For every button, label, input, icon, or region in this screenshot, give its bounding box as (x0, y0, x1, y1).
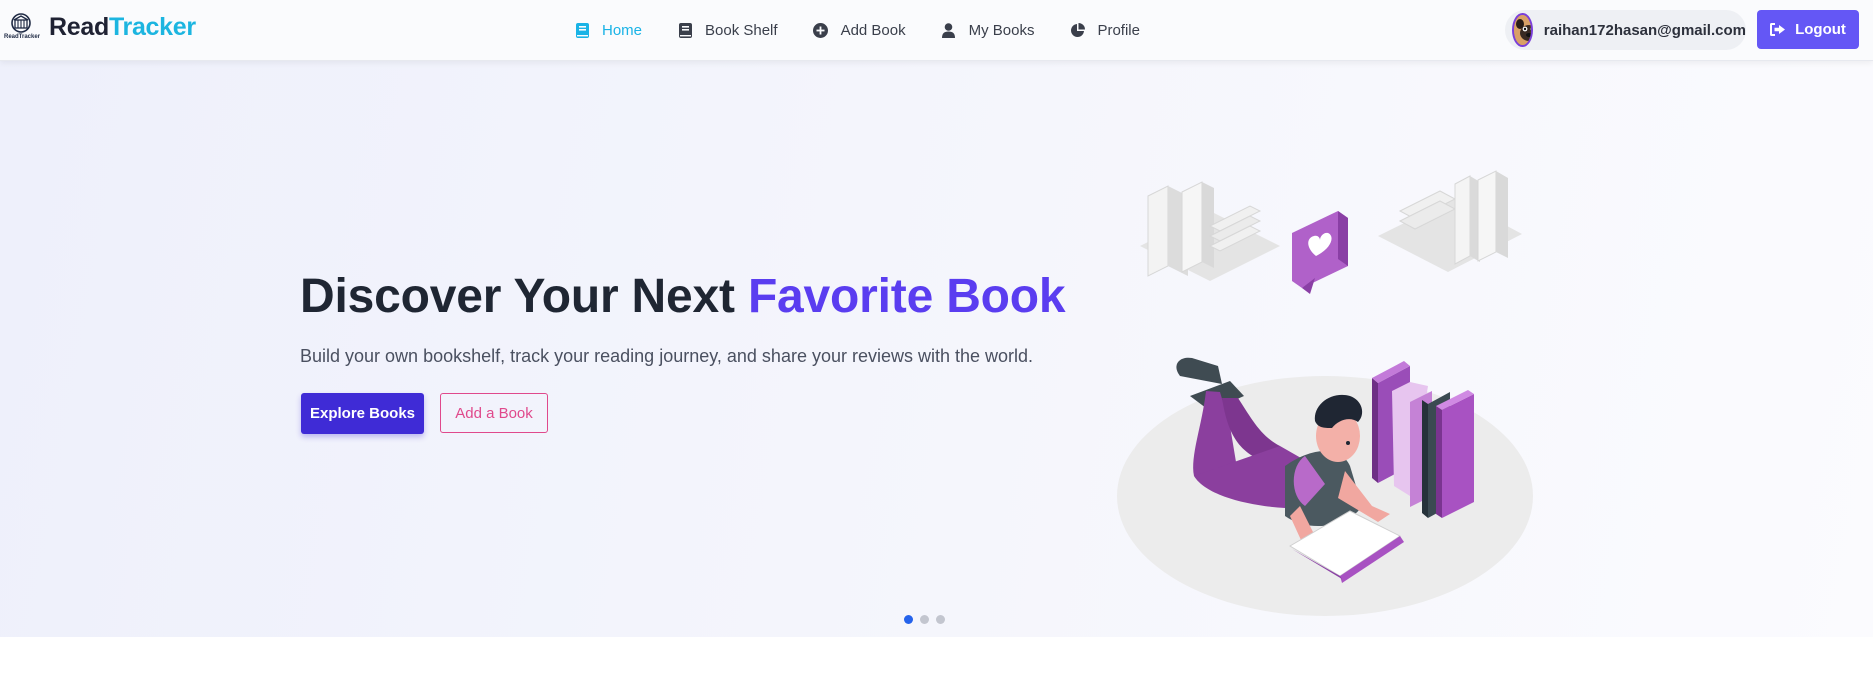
nav-label-home: Home (602, 21, 643, 39)
navbar: ReadTracker ReadTracker Home Book Shelf … (0, 0, 1873, 61)
logo-caption: ReadTracker (4, 34, 41, 40)
brand-name-tracker: Tracker (108, 12, 196, 41)
person-reading-books-illustration (1110, 166, 1560, 636)
user-email: raihan172hasan@gmail.com (1543, 21, 1746, 39)
explore-books-button[interactable]: Explore Books (301, 393, 424, 434)
logout-button[interactable]: Logout (1757, 10, 1859, 49)
nav-item-profile[interactable]: Profile (1069, 22, 1140, 39)
brand-logo-link[interactable]: ReadTracker ReadTracker (4, 12, 196, 42)
nav-item-home[interactable]: Home (574, 22, 642, 39)
logout-label: Logout (1795, 21, 1846, 38)
avatar (1512, 13, 1533, 47)
nav-item-book-shelf[interactable]: Book Shelf (677, 22, 778, 39)
user-icon (941, 22, 957, 38)
plus-circle-icon (813, 22, 829, 38)
nav-label-my-books: My Books (968, 21, 1035, 39)
hero-title: Discover Your Next Favorite Book (300, 269, 1066, 324)
user-menu[interactable]: raihan172hasan@gmail.com (1505, 10, 1746, 50)
hero-title-main: Discover Your Next (300, 270, 748, 323)
nav-label-book-shelf: Book Shelf (705, 21, 778, 39)
carousel-dot-2[interactable] (920, 615, 929, 624)
nav-label-profile: Profile (1097, 21, 1140, 39)
book-icon (574, 22, 590, 38)
sign-out-icon (1770, 23, 1786, 36)
carousel-indicators (904, 615, 952, 624)
carousel-dot-1[interactable] (904, 615, 913, 624)
hero-subtitle: Build your own bookshelf, track your rea… (300, 346, 1034, 366)
brand-name: ReadTracker (49, 13, 196, 42)
main-nav: Home Book Shelf Add Book My Books Profil… (574, 0, 1175, 60)
carousel-dot-3[interactable] (936, 615, 945, 624)
brand-name-read: Read (49, 12, 109, 41)
nav-item-add-book[interactable]: Add Book (813, 22, 906, 39)
hero-title-accent: Favorite Book (747, 270, 1066, 323)
library-logo-icon: ReadTracker (4, 12, 41, 42)
nav-item-my-books[interactable]: My Books (941, 21, 1035, 39)
add-a-book-button[interactable]: Add a Book (440, 393, 548, 433)
book-shelf-icon (677, 22, 693, 38)
chart-pie-icon (1069, 22, 1085, 38)
nav-label-add-book: Add Book (840, 21, 906, 39)
hero-section: Discover Your Next Favorite Book Build y… (0, 61, 1873, 637)
